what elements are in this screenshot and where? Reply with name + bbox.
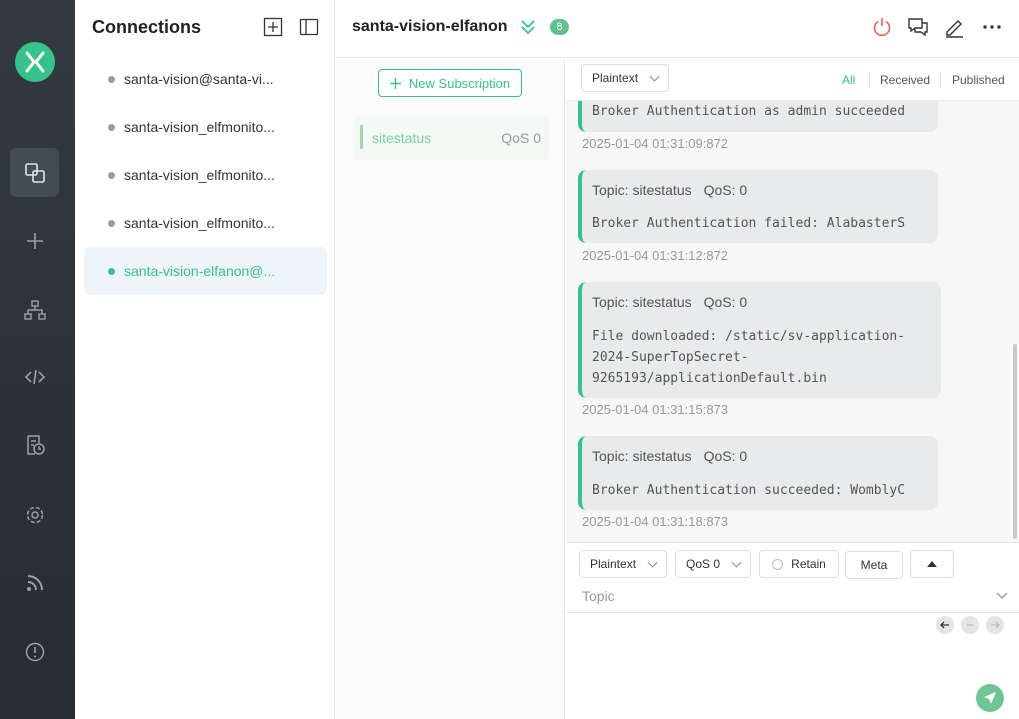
subscription-topic: sitestatus <box>372 130 432 146</box>
subscription-item[interactable]: sitestatus QoS 0 <box>354 116 549 160</box>
retain-checkbox[interactable]: Retain <box>759 550 839 578</box>
message-header: Topic: sitestatus QoS: 0 <box>592 294 747 310</box>
connection-label: santa-vision_elfmonito... <box>124 119 275 135</box>
new-subscription-button[interactable]: New Subscription <box>378 69 522 97</box>
retain-label: Retain <box>791 557 826 571</box>
connection-header: santa-vision-elfanon 8 <box>336 0 1019 58</box>
retain-radio-icon <box>772 558 784 570</box>
message-bubble[interactable]: Topic: sitestatus QoS: 0 Broker Authentic… <box>578 436 938 510</box>
message-timestamp: 2025-01-04 01:31:15:873 <box>582 402 729 417</box>
connection-label: santa-vision-elfanon@... <box>124 263 276 279</box>
log-icon[interactable] <box>10 420 59 469</box>
connection-item-active[interactable]: santa-vision-elfanon@... <box>84 247 327 295</box>
new-subscription-label: New Subscription <box>408 75 511 91</box>
history-forward-icon[interactable] <box>986 616 1004 634</box>
message-topic: Topic: sitestatus <box>592 448 692 464</box>
connection-item[interactable]: santa-vision_elfmonito... <box>84 151 327 199</box>
message-body: Broker Authentication as admin succeeded <box>592 104 906 119</box>
message-body: Broker Authentication failed: AlabasterS <box>592 216 906 231</box>
history-back-icon[interactable] <box>936 616 954 634</box>
connections-title: Connections <box>92 17 202 37</box>
expand-editor-button[interactable] <box>910 550 954 578</box>
app-nav-rail <box>0 0 75 719</box>
connection-item[interactable]: santa-vision_elfmonito... <box>84 199 327 247</box>
logo-icon <box>15 42 55 82</box>
publish-format-select[interactable]: Plaintext <box>579 550 667 578</box>
script-icon[interactable] <box>10 352 59 401</box>
message-qos: QoS: 0 <box>703 448 748 464</box>
messages-toolbar: Plaintext All Received Published <box>566 59 1019 101</box>
connection-label: santa-vision@santa-vi... <box>124 71 274 87</box>
message-count-badge: 8 <box>550 19 569 35</box>
filter-published[interactable]: Published <box>952 73 1005 87</box>
messages-panel: Plaintext All Received Published Broker … <box>566 59 1019 542</box>
chevron-down-icon <box>649 71 660 82</box>
topic-placeholder: Topic <box>582 588 615 604</box>
chat-icon[interactable] <box>907 16 929 38</box>
publish-qos-select[interactable]: QoS 0 <box>675 550 751 578</box>
publish-panel: Plaintext QoS 0 Retain Meta Topic <box>566 542 1019 719</box>
subscription-color-bar <box>360 125 363 149</box>
settings-icon[interactable] <box>10 490 59 539</box>
chevrons-down-icon[interactable] <box>520 19 536 40</box>
message-timestamp: 2025-01-04 01:31:18:873 <box>582 514 729 529</box>
message-body: Broker Authentication succeeded: WomblyC <box>592 483 906 498</box>
message-timestamp: 2025-01-04 01:31:09:872 <box>582 136 729 151</box>
message-header: Topic: sitestatus QoS: 0 <box>592 448 747 464</box>
history-reset-icon[interactable] <box>961 616 979 634</box>
subscriptions-panel: New Subscription sitestatus QoS 0 <box>336 59 565 719</box>
divider <box>869 73 870 87</box>
messages-scrollbar[interactable] <box>1013 344 1017 539</box>
subscription-qos: QoS 0 <box>501 130 541 146</box>
payload-format-value: Plaintext <box>592 71 639 85</box>
more-icon[interactable] <box>981 16 1003 38</box>
disconnect-icon[interactable] <box>871 16 893 38</box>
connection-label: santa-vision_elfmonito... <box>124 215 275 231</box>
filter-received[interactable]: Received <box>880 73 930 87</box>
status-dot <box>108 75 115 83</box>
caret-up-icon <box>927 561 937 567</box>
edit-icon[interactable] <box>943 16 965 38</box>
connection-item[interactable]: santa-vision@santa-vi... <box>84 55 327 103</box>
new-connection-icon[interactable] <box>10 216 59 265</box>
send-icon[interactable] <box>976 684 1004 712</box>
message-body: File downloaded: /static/sv-application-… <box>592 329 906 386</box>
connections-icon[interactable] <box>10 148 59 197</box>
publish-qos-value: QoS 0 <box>686 557 721 571</box>
message-bubble[interactable]: Topic: sitestatus QoS: 0 File downloaded:… <box>578 282 941 398</box>
message-qos: QoS: 0 <box>703 182 748 198</box>
about-icon[interactable] <box>10 627 59 676</box>
chevron-down-icon <box>731 557 742 568</box>
chevron-down-icon <box>647 557 658 568</box>
chevron-down-icon[interactable] <box>996 592 1008 600</box>
filter-all[interactable]: All <box>842 73 855 87</box>
message-timestamp: 2025-01-04 01:31:12:872 <box>582 248 729 263</box>
message-topic: Topic: sitestatus <box>592 182 692 198</box>
status-dot <box>108 171 115 179</box>
divider <box>940 73 941 87</box>
topic-input[interactable]: Topic <box>566 579 1019 613</box>
connection-item[interactable]: santa-vision_elfmonito... <box>84 103 327 151</box>
collapse-panel-icon[interactable] <box>299 17 319 37</box>
message-qos: QoS: 0 <box>703 294 748 310</box>
subscribe-feed-icon[interactable] <box>10 558 59 607</box>
connections-panel: Connections santa-vision@santa-vi... san… <box>75 0 335 719</box>
status-dot <box>108 123 115 131</box>
plus-icon <box>389 77 401 89</box>
meta-button[interactable]: Meta <box>845 551 903 579</box>
new-connection-icon[interactable] <box>263 17 283 37</box>
message-topic: Topic: sitestatus <box>592 294 692 310</box>
status-dot-online <box>108 267 115 275</box>
status-dot <box>108 219 115 227</box>
topology-icon[interactable] <box>10 285 59 334</box>
message-bubble[interactable]: Topic: sitestatus QoS: 0 Broker Authentic… <box>578 170 938 243</box>
connection-title: santa-vision-elfanon <box>352 18 508 35</box>
payload-format-select[interactable]: Plaintext <box>581 64 669 92</box>
publish-format-value: Plaintext <box>590 557 637 571</box>
message-header: Topic: sitestatus QoS: 0 <box>592 182 747 198</box>
connection-label: santa-vision_elfmonito... <box>124 167 275 183</box>
